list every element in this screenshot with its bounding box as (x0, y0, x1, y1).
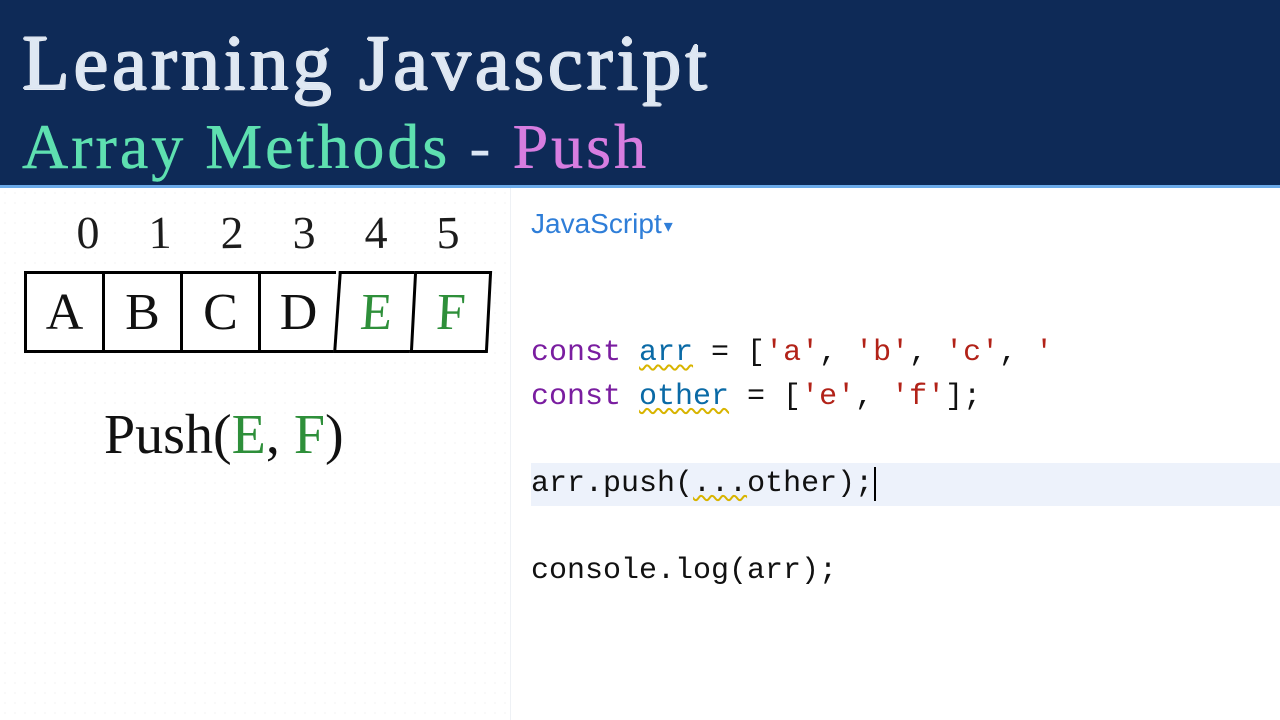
text-cursor (874, 467, 876, 501)
push-comma: , (266, 404, 294, 466)
token-plain: .push( (585, 467, 693, 501)
token-plain: console.log(arr); (531, 554, 837, 588)
index-cell: 4 (340, 205, 413, 259)
token-keyword: const (531, 336, 639, 370)
index-row: 0 1 2 3 4 5 (52, 206, 502, 259)
token-string: ' (1035, 336, 1053, 370)
token-plain: , (999, 336, 1035, 370)
token-ident: other (639, 380, 729, 414)
token-ident: other (747, 467, 837, 501)
token-string: 'f' (891, 380, 945, 414)
array-cell: D (258, 271, 336, 353)
index-cell: 1 (124, 205, 197, 259)
push-annotation: Push(E, F) (104, 403, 502, 467)
array-boxes: A B C D E F (24, 271, 502, 353)
token-string: 'a' (765, 336, 819, 370)
array-cell: B (102, 271, 180, 353)
subtitle-dash: - (450, 111, 512, 182)
token-plain: ]; (945, 380, 981, 414)
active-line: arr.push(...other); (531, 463, 1280, 507)
subtitle-method: Push (513, 111, 650, 182)
header-title: Learning Javascript (22, 18, 1258, 108)
push-arg: F (294, 404, 325, 466)
token-string: 'b' (855, 336, 909, 370)
language-label: JavaScript (531, 208, 662, 239)
chevron-down-icon: ▾ (662, 216, 673, 236)
token-plain: , (909, 336, 945, 370)
token-plain: , (855, 380, 891, 414)
header-subtitle: Array Methods - Push (22, 110, 1258, 184)
push-close: ) (325, 404, 344, 466)
token-plain: = [ (693, 336, 765, 370)
token-ident: arr (531, 467, 585, 501)
token-plain: ); (837, 467, 873, 501)
array-cell: A (24, 271, 102, 353)
push-arg: E (232, 404, 266, 466)
token-plain: , (819, 336, 855, 370)
index-cell: 5 (412, 205, 485, 259)
array-cell: C (180, 271, 258, 353)
index-cell: 3 (268, 205, 341, 259)
array-cell-pushed: E (333, 271, 417, 353)
code-block[interactable]: const arr = ['a', 'b', 'c', ' const othe… (531, 289, 1280, 637)
array-cell-pushed: F (410, 271, 492, 353)
code-editor-pane: JavaScript▾ const arr = ['a', 'b', 'c', … (510, 188, 1280, 720)
token-spread: ... (693, 467, 747, 501)
header-banner: Learning Javascript Array Methods - Push (0, 0, 1280, 185)
token-string: 'e' (801, 380, 855, 414)
token-keyword: const (531, 380, 639, 414)
language-picker[interactable]: JavaScript▾ (531, 204, 1280, 245)
index-cell: 2 (196, 205, 269, 259)
push-label: Push( (104, 404, 232, 466)
index-cell: 0 (52, 205, 125, 259)
token-ident: arr (639, 336, 693, 370)
token-plain: = [ (729, 380, 801, 414)
subtitle-topic: Array Methods (22, 111, 450, 182)
whiteboard-pane: 0 1 2 3 4 5 A B C D E F Push(E, F) (0, 188, 510, 720)
token-string: 'c' (945, 336, 999, 370)
